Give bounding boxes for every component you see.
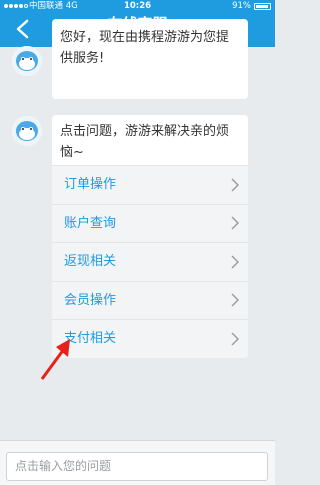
- status-bar: 中国联通 4G 10:26 91%: [0, 0, 275, 13]
- option-member-operations[interactable]: 会员操作: [52, 280, 248, 320]
- robot-avatar-icon: [12, 46, 42, 76]
- option-order-operations[interactable]: 订单操作: [52, 165, 248, 204]
- battery-percent: 91%: [232, 1, 251, 11]
- chevron-right-icon: [231, 178, 240, 192]
- chevron-right-icon: [231, 332, 240, 346]
- option-cashback[interactable]: 返现相关: [52, 242, 248, 281]
- option-payment[interactable]: 支付相关: [52, 319, 248, 358]
- robot-avatar-icon: [12, 116, 42, 146]
- option-label: 订单操作: [64, 177, 117, 193]
- chevron-right-icon: [231, 293, 240, 307]
- option-label: 账户查询: [64, 215, 117, 231]
- chevron-right-icon: [231, 216, 240, 230]
- bot-message-bubble: 您好，现在由携程游游为您提供服务!: [52, 19, 248, 99]
- message-text: 您好，现在由携程游游为您提供服务!: [60, 30, 230, 66]
- input-bar: 点击输入您的问题: [0, 440, 275, 485]
- message-text: 点击问题，游游来解决亲的烦恼~: [60, 124, 230, 160]
- question-input[interactable]: 点击输入您的问题: [6, 452, 268, 481]
- quick-options-list: 订单操作 账户查询 返现相关 会员操作 支付相关: [52, 165, 248, 358]
- bot-message-bubble: 点击问题，游游来解决亲的烦恼~ 订单操作 账户查询 返现相关 会员操作 支付相关: [52, 115, 248, 358]
- option-account-query[interactable]: 账户查询: [52, 203, 248, 243]
- option-label: 会员操作: [64, 292, 117, 308]
- option-label: 返现相关: [64, 254, 117, 270]
- annotation-arrow-icon: [40, 339, 70, 380]
- chevron-right-icon: [231, 255, 240, 269]
- bot-avatar: [12, 46, 42, 76]
- bot-avatar: [12, 116, 42, 146]
- battery-icon: [254, 3, 271, 10]
- battery-status: 91%: [232, 0, 271, 13]
